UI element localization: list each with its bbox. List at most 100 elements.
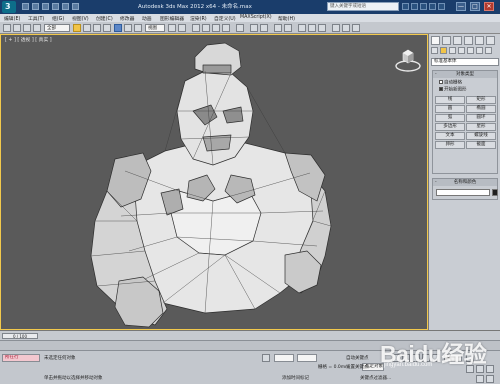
object-type-rollout-header[interactable]: - 对象类型 xyxy=(433,71,497,78)
search-icon[interactable] xyxy=(402,3,409,10)
spinner-snap-icon[interactable] xyxy=(222,24,230,32)
communication-icon[interactable] xyxy=(420,3,427,10)
align-icon[interactable] xyxy=(260,24,268,32)
field-of-view-icon[interactable] xyxy=(476,375,484,383)
unlink-icon[interactable] xyxy=(33,24,41,32)
menu-rendering[interactable]: 渲染(R) xyxy=(190,15,207,22)
line-button[interactable]: 线 xyxy=(435,96,465,104)
subscription-icon[interactable] xyxy=(411,3,418,10)
render-setup-icon[interactable] xyxy=(332,24,340,32)
autogrid-checkbox[interactable]: 自动栅格 xyxy=(439,80,462,86)
menu-customize[interactable]: 自定义(U) xyxy=(214,15,236,22)
menu-tools[interactable]: 工具(T) xyxy=(28,15,44,22)
favorites-icon[interactable] xyxy=(429,3,436,10)
character-bust-model[interactable] xyxy=(85,41,341,330)
select-by-name-icon[interactable] xyxy=(83,24,91,32)
render-production-icon[interactable] xyxy=(352,24,360,32)
perspective-viewport[interactable]: [ + ] [ 透视 ] [ 真实 ] xyxy=(0,34,428,330)
section-button[interactable]: 截面 xyxy=(466,141,496,149)
space-warps-icon[interactable] xyxy=(476,47,483,54)
name-color-rollout-header[interactable]: - 名称和颜色 xyxy=(433,179,497,186)
snap-toggle-icon[interactable] xyxy=(192,24,200,32)
menu-graph-editors[interactable]: 图形编辑器 xyxy=(160,15,184,22)
menu-views[interactable]: 视图(V) xyxy=(72,15,89,22)
orbit-icon[interactable] xyxy=(486,365,494,373)
undo-toolbar-icon[interactable] xyxy=(3,24,11,32)
circle-button[interactable]: 圆 xyxy=(435,105,465,113)
tab-utilities[interactable] xyxy=(486,36,495,45)
maximize-viewport-icon[interactable] xyxy=(486,375,494,383)
menu-help[interactable]: 帮助(H) xyxy=(278,15,295,22)
open-file-icon[interactable] xyxy=(32,3,39,10)
manipulate-icon[interactable] xyxy=(178,24,186,32)
graphite-tools-icon[interactable] xyxy=(284,24,292,32)
tab-motion[interactable] xyxy=(464,36,473,45)
redo-toolbar-icon[interactable] xyxy=(13,24,21,32)
menu-edit[interactable]: 编辑(E) xyxy=(4,15,20,22)
undo-icon[interactable] xyxy=(52,3,59,10)
checkbox-box[interactable] xyxy=(439,87,443,91)
menu-modifiers[interactable]: 修改器 xyxy=(120,15,134,22)
maximize-button[interactable]: □ xyxy=(470,2,480,11)
ngon-button[interactable]: 多边形 xyxy=(435,123,465,131)
systems-icon[interactable] xyxy=(485,47,492,54)
start-new-shape-checkbox[interactable]: 开始新图形 xyxy=(439,87,467,93)
select-object-icon[interactable] xyxy=(73,24,81,32)
lock-selection-icon[interactable] xyxy=(262,354,270,362)
select-rotate-icon[interactable] xyxy=(124,24,132,32)
tab-modify[interactable] xyxy=(442,36,451,45)
helpers-icon[interactable] xyxy=(467,47,474,54)
object-name-field[interactable] xyxy=(436,189,490,196)
object-color-swatch[interactable] xyxy=(492,189,498,196)
y-coordinate-field[interactable] xyxy=(297,354,317,362)
rendered-frame-icon[interactable] xyxy=(342,24,350,32)
redo-icon[interactable] xyxy=(62,3,69,10)
named-selection-icon[interactable] xyxy=(236,24,244,32)
geometry-icon[interactable] xyxy=(431,47,438,54)
new-file-icon[interactable] xyxy=(22,3,29,10)
shapes-icon[interactable] xyxy=(440,47,447,54)
menu-create[interactable]: 创建(C) xyxy=(96,15,113,22)
close-button[interactable]: ✕ xyxy=(484,2,494,11)
help-icon[interactable] xyxy=(438,3,445,10)
window-crossing-icon[interactable] xyxy=(103,24,111,32)
x-coordinate-field[interactable] xyxy=(274,354,294,362)
viewport-label[interactable]: [ + ] [ 透视 ] [ 真实 ] xyxy=(5,36,52,43)
reference-coordinate-dropdown[interactable]: 视图 xyxy=(145,24,165,32)
menu-group[interactable]: 组(G) xyxy=(52,15,64,22)
select-scale-icon[interactable] xyxy=(134,24,142,32)
pivot-center-icon[interactable] xyxy=(168,24,176,32)
egg-button[interactable]: 卵形 xyxy=(435,141,465,149)
tab-display[interactable] xyxy=(475,36,484,45)
link-icon[interactable] xyxy=(23,24,31,32)
checkbox-box[interactable] xyxy=(439,80,443,84)
add-time-tag-button[interactable]: 添加时间标记 xyxy=(282,375,309,381)
rectangle-button[interactable]: 矩形 xyxy=(466,96,496,104)
star-button[interactable]: 星形 xyxy=(466,123,496,131)
project-folder-icon[interactable] xyxy=(72,3,79,10)
rect-selection-icon[interactable] xyxy=(93,24,101,32)
helix-button[interactable]: 螺旋线 xyxy=(466,132,496,140)
tab-create[interactable] xyxy=(431,36,440,45)
percent-snap-icon[interactable] xyxy=(212,24,220,32)
arc-button[interactable]: 弧 xyxy=(435,114,465,122)
donut-button[interactable]: 圆环 xyxy=(466,114,496,122)
maxscript-listener[interactable]: 所在行 xyxy=(2,354,40,362)
app-logo-icon[interactable]: 3 xyxy=(2,1,16,13)
ellipse-button[interactable]: 椭圆 xyxy=(466,105,496,113)
menu-maxscript[interactable]: MAXScript(X) xyxy=(240,15,272,20)
time-slider-thumb[interactable]: 0 / 100 xyxy=(2,333,38,339)
curve-editor-icon[interactable] xyxy=(298,24,306,32)
layer-manager-icon[interactable] xyxy=(274,24,282,32)
schematic-view-icon[interactable] xyxy=(308,24,316,32)
save-file-icon[interactable] xyxy=(42,3,49,10)
key-filters-button[interactable]: 关键点过滤器... xyxy=(360,375,391,381)
angle-snap-icon[interactable] xyxy=(202,24,210,32)
object-type-dropdown[interactable]: 标准基本体 xyxy=(431,58,499,66)
selection-filter-dropdown[interactable]: 全部 xyxy=(44,24,70,32)
select-move-icon[interactable] xyxy=(114,24,122,32)
text-button[interactable]: 文本 xyxy=(435,132,465,140)
lights-icon[interactable] xyxy=(449,47,456,54)
search-input[interactable]: 键入关键字或短语 xyxy=(327,2,399,11)
menu-animation[interactable]: 动画 xyxy=(142,15,152,22)
